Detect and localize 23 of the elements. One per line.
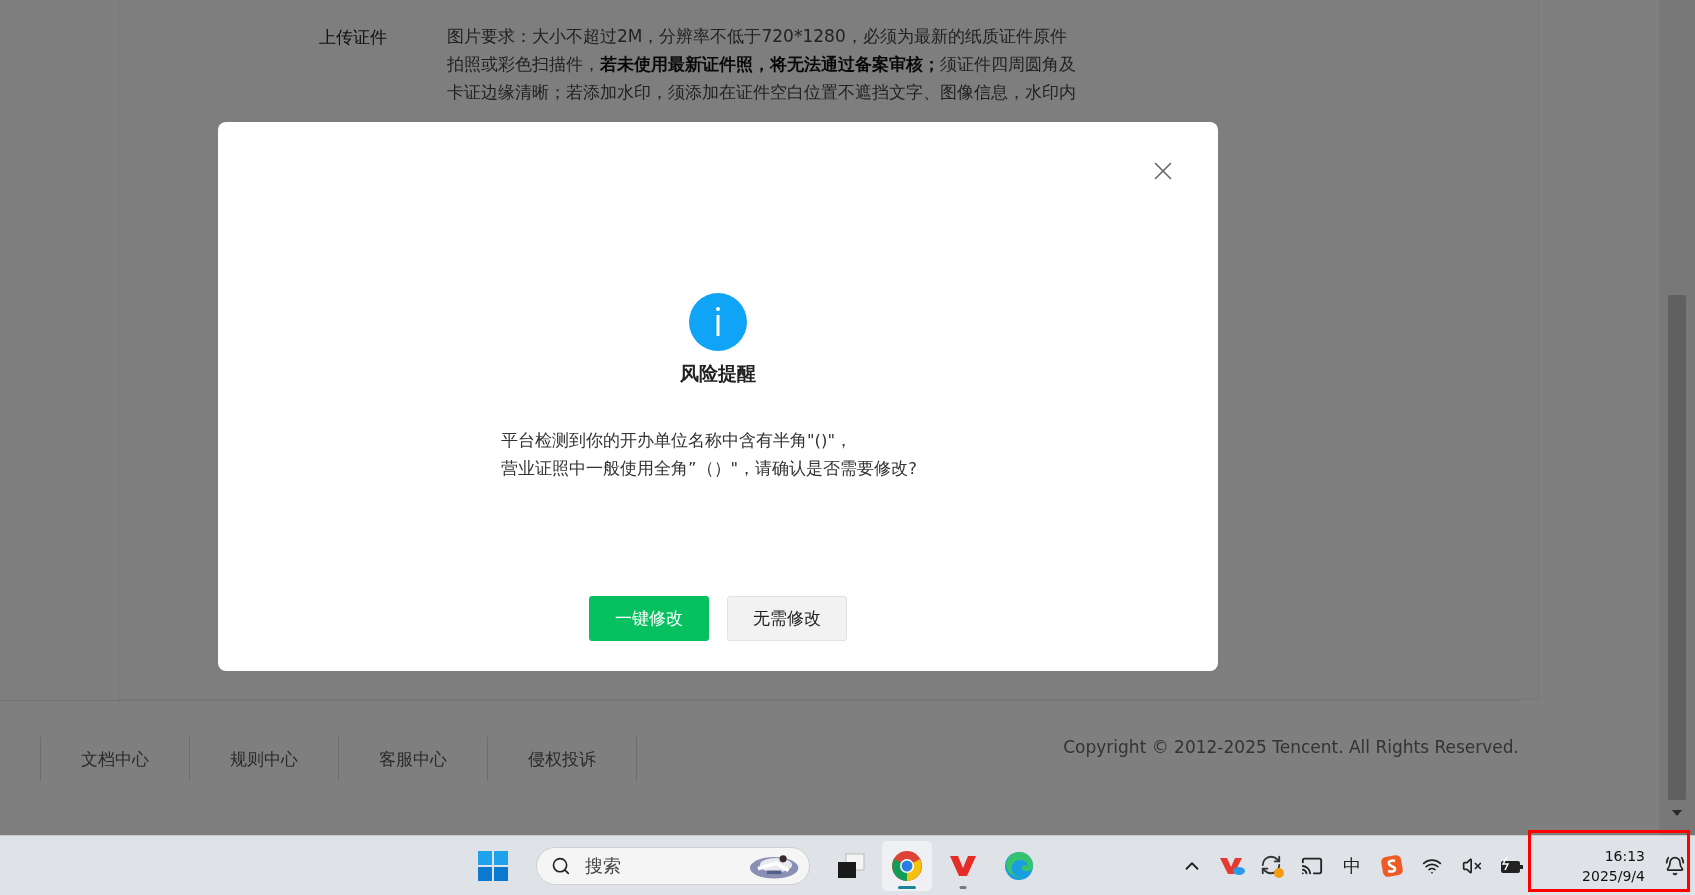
dialog-title: 风险提醒 bbox=[680, 361, 756, 386]
copyright-text: Copyright © 2012-2025 Tencent. All Rights Reserved. bbox=[1063, 737, 1519, 757]
windows-logo-icon bbox=[478, 850, 508, 881]
confirm-button[interactable]: 一键修改 bbox=[589, 596, 709, 641]
dismiss-button[interactable]: 无需修改 bbox=[727, 596, 847, 641]
footer-link[interactable]: 规则中心 bbox=[189, 737, 338, 781]
input-method-indicator[interactable]: 中 bbox=[1332, 845, 1373, 886]
footer-link[interactable]: 文档中心 bbox=[40, 737, 189, 781]
requirement-text: 图片要求：大小不超过2M，分辨率不低于720*1280，必须为最新的纸质证件原件 拍照或彩色扫描件，若未使用最新证件照，将无法通过备案审核；须证件四周圆角及 卡证边缘清晰；若添加水印，须添加在证件空白位置不遮挡文字、图像信息，水印内 bbox=[447, 25, 1076, 104]
search-input[interactable]: 搜索 bbox=[582, 854, 737, 877]
footer-link[interactable]: 客服中心 bbox=[338, 737, 487, 781]
search-bar[interactable]: 搜索 bbox=[536, 846, 810, 885]
info-icon bbox=[689, 293, 747, 351]
dialog-message: 平台检测到你的开办单位名称中含有半角"()"， 营业证照中一般使用全角”（）"，请确认是否需要修改? bbox=[501, 430, 917, 480]
clock-time[interactable]: 16:13 bbox=[1604, 845, 1645, 866]
task-view-icon bbox=[837, 852, 865, 879]
clock-date[interactable]: 2025/9/4 bbox=[1582, 865, 1645, 886]
taskbar-app-button[interactable] bbox=[882, 840, 932, 891]
edge-browser-icon bbox=[1004, 850, 1034, 881]
browser-icon bbox=[891, 849, 923, 882]
scrollbar[interactable] bbox=[1659, 0, 1695, 835]
field-label: 上传证件 bbox=[319, 26, 387, 49]
footer-link[interactable]: 侵权投诉 bbox=[487, 737, 637, 781]
